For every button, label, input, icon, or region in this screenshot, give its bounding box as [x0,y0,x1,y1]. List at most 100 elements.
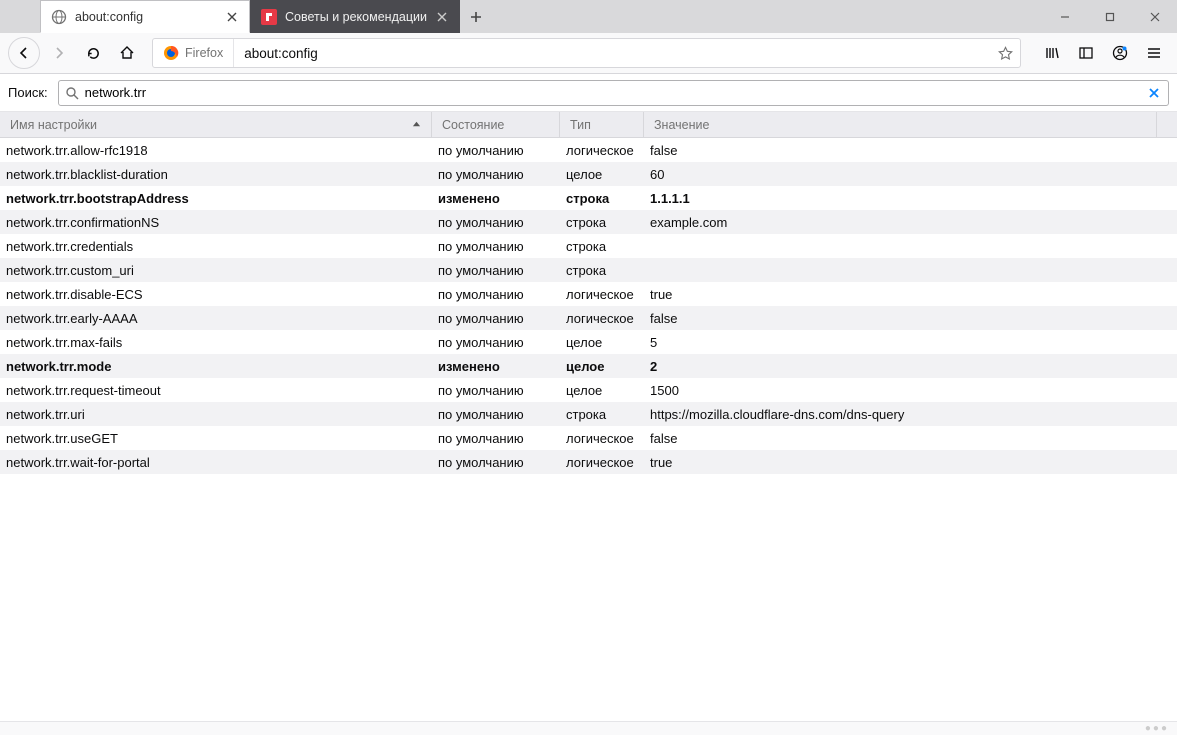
search-icon [65,86,79,100]
pref-type: целое [560,359,644,374]
tab-tips[interactable]: Советы и рекомендации [250,0,460,33]
pref-name: network.trr.allow-rfc1918 [0,143,432,158]
tab-about-config[interactable]: about:config [40,0,250,33]
reload-button[interactable] [78,38,108,68]
pref-value: false [644,431,1177,446]
pref-type: строка [560,215,644,230]
column-header-status[interactable]: Состояние [432,112,560,137]
column-header-type[interactable]: Тип [560,112,644,137]
pref-value: 2 [644,359,1177,374]
config-search-row: Поиск: [0,74,1177,112]
toolbar-right-icons [1037,38,1169,68]
window-titlebar: about:config Советы и рекомендации [0,0,1177,33]
pref-status: по умолчанию [432,335,560,350]
url-bar[interactable]: Firefox [152,38,1021,68]
pref-row[interactable]: network.trr.wait-for-portalпо умолчаниюл… [0,450,1177,474]
pref-type: строка [560,263,644,278]
clear-search-icon[interactable] [1146,85,1162,101]
close-window-button[interactable] [1132,0,1177,33]
pref-name: network.trr.confirmationNS [0,215,432,230]
pref-row[interactable]: network.trr.bootstrapAddressизмененостро… [0,186,1177,210]
pref-name: network.trr.max-fails [0,335,432,350]
config-search-box[interactable] [58,80,1169,106]
config-search-input[interactable] [85,85,1146,100]
back-button[interactable] [8,37,40,69]
column-picker-icon[interactable] [1157,112,1177,137]
pref-name: network.trr.useGET [0,431,432,446]
pref-type: логическое [560,287,644,302]
pref-row[interactable]: network.trr.custom_uriпо умолчаниюстрока [0,258,1177,282]
window-controls [1042,0,1177,33]
identity-label: Firefox [185,46,223,60]
pref-name: network.trr.credentials [0,239,432,254]
pref-name: network.trr.uri [0,407,432,422]
site-favicon [261,9,277,25]
pref-status: по умолчанию [432,287,560,302]
pref-row[interactable]: network.trr.credentialsпо умолчаниюстрок… [0,234,1177,258]
library-icon[interactable] [1037,38,1067,68]
pref-name: network.trr.disable-ECS [0,287,432,302]
pref-status: изменено [432,191,560,206]
pref-type: целое [560,383,644,398]
column-label: Значение [654,118,709,132]
pref-row[interactable]: network.trr.modeизмененоцелое2 [0,354,1177,378]
tab-title: about:config [75,10,217,24]
pref-status: по умолчанию [432,311,560,326]
pref-type: логическое [560,431,644,446]
close-icon[interactable] [225,10,239,24]
pref-name: network.trr.request-timeout [0,383,432,398]
pref-type: логическое [560,455,644,470]
pref-status: по умолчанию [432,383,560,398]
sort-asc-icon [412,120,421,129]
pref-name: network.trr.bootstrapAddress [0,191,432,206]
status-bar: ●●● [0,721,1177,735]
pref-status: по умолчанию [432,407,560,422]
pref-row[interactable]: network.trr.request-timeoutпо умолчаниюц… [0,378,1177,402]
pref-status: по умолчанию [432,263,560,278]
home-button[interactable] [112,38,142,68]
pref-type: логическое [560,311,644,326]
tab-title: Советы и рекомендации [285,10,427,24]
prefs-table-body: network.trr.allow-rfc1918по умолчаниюлог… [0,138,1177,474]
pref-value: true [644,287,1177,302]
maximize-button[interactable] [1087,0,1132,33]
titlebar-drag-region[interactable] [492,0,1042,33]
column-header-name[interactable]: Имя настройки [0,112,432,137]
pref-row[interactable]: network.trr.max-failsпо умолчаниюцелое5 [0,330,1177,354]
pref-value: 5 [644,335,1177,350]
pref-type: логическое [560,143,644,158]
pref-value: https://mozilla.cloudflare-dns.com/dns-q… [644,407,1177,422]
pref-type: целое [560,167,644,182]
pref-row[interactable]: network.trr.early-AAAAпо умолчаниюлогиче… [0,306,1177,330]
pref-type: строка [560,191,644,206]
minimize-button[interactable] [1042,0,1087,33]
pref-row[interactable]: network.trr.disable-ECSпо умолчаниюлогич… [0,282,1177,306]
column-label: Имя настройки [10,118,97,132]
navigation-toolbar: Firefox [0,33,1177,74]
globe-icon [51,9,67,25]
menu-icon[interactable] [1139,38,1169,68]
new-tab-button[interactable] [460,0,492,33]
pref-name: network.trr.early-AAAA [0,311,432,326]
pref-row[interactable]: network.trr.uriпо умолчаниюстрокаhttps:/… [0,402,1177,426]
column-label: Состояние [442,118,504,132]
pref-row[interactable]: network.trr.blacklist-durationпо умолчан… [0,162,1177,186]
identity-box[interactable]: Firefox [153,39,234,67]
address-input[interactable] [234,46,990,61]
pref-value: 60 [644,167,1177,182]
column-header-value[interactable]: Значение [644,112,1157,137]
pref-status: по умолчанию [432,215,560,230]
pref-row[interactable]: network.trr.allow-rfc1918по умолчаниюлог… [0,138,1177,162]
pref-value: true [644,455,1177,470]
sidebar-icon[interactable] [1071,38,1101,68]
pref-value: 1500 [644,383,1177,398]
pref-status: по умолчанию [432,431,560,446]
account-icon[interactable] [1105,38,1135,68]
pref-row[interactable]: network.trr.useGETпо умолчаниюлогическое… [0,426,1177,450]
forward-button[interactable] [44,38,74,68]
close-icon[interactable] [435,10,449,24]
bookmark-star-icon[interactable] [990,46,1020,61]
pref-status: по умолчанию [432,167,560,182]
pref-value: example.com [644,215,1177,230]
pref-row[interactable]: network.trr.confirmationNSпо умолчаниюст… [0,210,1177,234]
